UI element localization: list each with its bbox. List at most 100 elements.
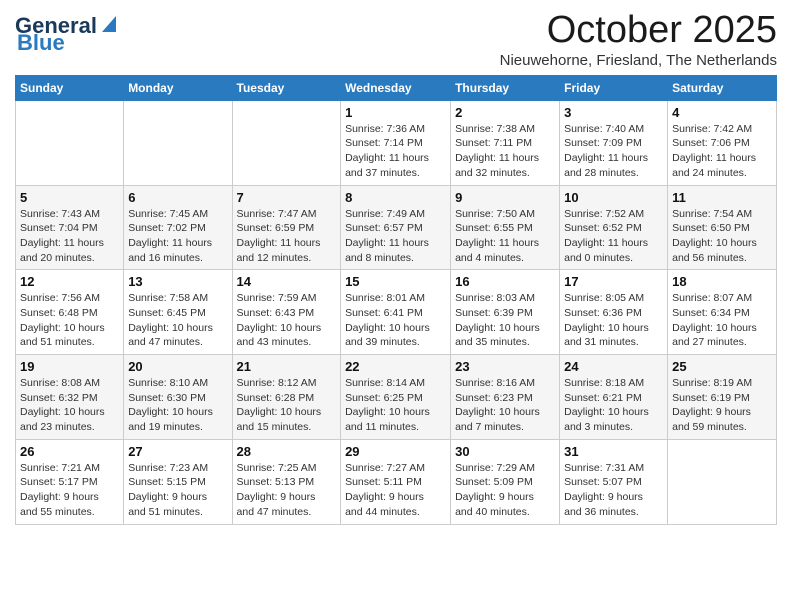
calendar-day-cell: 29 Sunrise: 7:27 AM Sunset: 5:11 PM Dayli…: [341, 439, 451, 524]
calendar-header-row: SundayMondayTuesdayWednesdayThursdayFrid…: [16, 75, 777, 100]
day-info: Sunrise: 7:42 AM Sunset: 7:06 PM Dayligh…: [672, 122, 772, 181]
day-info: Sunrise: 7:40 AM Sunset: 7:09 PM Dayligh…: [564, 122, 663, 181]
day-info: Sunrise: 7:49 AM Sunset: 6:57 PM Dayligh…: [345, 207, 446, 266]
logo: General Blue: [15, 14, 120, 56]
day-info: Sunrise: 7:25 AM Sunset: 5:13 PM Dayligh…: [237, 461, 337, 520]
day-number: 3: [564, 105, 663, 120]
calendar-day-cell: 6 Sunrise: 7:45 AM Sunset: 7:02 PM Daylig…: [124, 185, 232, 270]
day-number: 1: [345, 105, 446, 120]
calendar-day-cell: 13Sunrise: 7:58 AM Sunset: 6:45 PM Dayli…: [124, 270, 232, 355]
calendar-day-cell: [16, 100, 124, 185]
day-number: 5: [20, 190, 119, 205]
calendar-day-cell: 10Sunrise: 7:52 AM Sunset: 6:52 PM Dayli…: [560, 185, 668, 270]
day-info: Sunrise: 7:29 AM Sunset: 5:09 PM Dayligh…: [455, 461, 555, 520]
day-info: Sunrise: 7:50 AM Sunset: 6:55 PM Dayligh…: [455, 207, 555, 266]
calendar-day-cell: 21 Sunrise: 8:12 AM Sunset: 6:28 PM Dayli…: [232, 355, 341, 440]
calendar-day-cell: 14 Sunrise: 7:59 AM Sunset: 6:43 PM Dayli…: [232, 270, 341, 355]
day-info: Sunrise: 7:45 AM Sunset: 7:02 PM Dayligh…: [128, 207, 227, 266]
calendar-day-cell: 8 Sunrise: 7:49 AM Sunset: 6:57 PM Daylig…: [341, 185, 451, 270]
calendar-day-cell: 17 Sunrise: 8:05 AM Sunset: 6:36 PM Dayli…: [560, 270, 668, 355]
calendar-day-cell: [668, 439, 777, 524]
calendar-day-cell: 28 Sunrise: 7:25 AM Sunset: 5:13 PM Dayli…: [232, 439, 341, 524]
calendar-week-row: 19Sunrise: 8:08 AM Sunset: 6:32 PM Dayli…: [16, 355, 777, 440]
calendar-day-cell: 1 Sunrise: 7:36 AM Sunset: 7:14 PM Daylig…: [341, 100, 451, 185]
calendar-day-cell: 31 Sunrise: 7:31 AM Sunset: 5:07 PM Dayli…: [560, 439, 668, 524]
day-number: 9: [455, 190, 555, 205]
day-number: 8: [345, 190, 446, 205]
calendar-day-cell: 19Sunrise: 8:08 AM Sunset: 6:32 PM Dayli…: [16, 355, 124, 440]
location-subtitle: Nieuwehorne, Friesland, The Netherlands: [500, 52, 777, 69]
day-number: 12: [20, 274, 119, 289]
calendar-day-cell: 27 Sunrise: 7:23 AM Sunset: 5:15 PM Dayli…: [124, 439, 232, 524]
day-info: Sunrise: 7:52 AM Sunset: 6:52 PM Dayligh…: [564, 207, 663, 266]
day-number: 20: [128, 359, 227, 374]
calendar-day-cell: 7Sunrise: 7:47 AM Sunset: 6:59 PM Daylig…: [232, 185, 341, 270]
calendar-day-cell: 4 Sunrise: 7:42 AM Sunset: 7:06 PM Daylig…: [668, 100, 777, 185]
calendar-day-cell: 26 Sunrise: 7:21 AM Sunset: 5:17 PM Dayli…: [16, 439, 124, 524]
day-info: Sunrise: 8:18 AM Sunset: 6:21 PM Dayligh…: [564, 376, 663, 435]
calendar-day-cell: [124, 100, 232, 185]
day-of-week-header: Tuesday: [232, 75, 341, 100]
calendar-day-cell: 30 Sunrise: 7:29 AM Sunset: 5:09 PM Dayli…: [451, 439, 560, 524]
calendar-week-row: 5Sunrise: 7:43 AM Sunset: 7:04 PM Daylig…: [16, 185, 777, 270]
day-of-week-header: Monday: [124, 75, 232, 100]
day-number: 4: [672, 105, 772, 120]
day-number: 7: [237, 190, 337, 205]
day-of-week-header: Thursday: [451, 75, 560, 100]
day-number: 6: [128, 190, 227, 205]
calendar-day-cell: 16Sunrise: 8:03 AM Sunset: 6:39 PM Dayli…: [451, 270, 560, 355]
day-info: Sunrise: 8:01 AM Sunset: 6:41 PM Dayligh…: [345, 291, 446, 350]
calendar-day-cell: 23Sunrise: 8:16 AM Sunset: 6:23 PM Dayli…: [451, 355, 560, 440]
day-number: 19: [20, 359, 119, 374]
day-info: Sunrise: 7:58 AM Sunset: 6:45 PM Dayligh…: [128, 291, 227, 350]
day-info: Sunrise: 7:31 AM Sunset: 5:07 PM Dayligh…: [564, 461, 663, 520]
calendar-day-cell: 20 Sunrise: 8:10 AM Sunset: 6:30 PM Dayli…: [124, 355, 232, 440]
day-info: Sunrise: 8:19 AM Sunset: 6:19 PM Dayligh…: [672, 376, 772, 435]
calendar-day-cell: 11 Sunrise: 7:54 AM Sunset: 6:50 PM Dayli…: [668, 185, 777, 270]
calendar-day-cell: 3 Sunrise: 7:40 AM Sunset: 7:09 PM Daylig…: [560, 100, 668, 185]
day-number: 17: [564, 274, 663, 289]
day-number: 21: [237, 359, 337, 374]
calendar-day-cell: 22 Sunrise: 8:14 AM Sunset: 6:25 PM Dayli…: [341, 355, 451, 440]
calendar-day-cell: 12 Sunrise: 7:56 AM Sunset: 6:48 PM Dayli…: [16, 270, 124, 355]
day-of-week-header: Wednesday: [341, 75, 451, 100]
day-info: Sunrise: 7:23 AM Sunset: 5:15 PM Dayligh…: [128, 461, 227, 520]
calendar-day-cell: [232, 100, 341, 185]
day-number: 29: [345, 444, 446, 459]
day-number: 31: [564, 444, 663, 459]
calendar-day-cell: 15 Sunrise: 8:01 AM Sunset: 6:41 PM Dayli…: [341, 270, 451, 355]
day-info: Sunrise: 7:36 AM Sunset: 7:14 PM Dayligh…: [345, 122, 446, 181]
day-of-week-header: Friday: [560, 75, 668, 100]
day-number: 15: [345, 274, 446, 289]
day-number: 24: [564, 359, 663, 374]
logo-icon: [98, 14, 120, 34]
day-number: 18: [672, 274, 772, 289]
calendar-day-cell: 2Sunrise: 7:38 AM Sunset: 7:11 PM Daylig…: [451, 100, 560, 185]
day-info: Sunrise: 7:54 AM Sunset: 6:50 PM Dayligh…: [672, 207, 772, 266]
day-number: 27: [128, 444, 227, 459]
day-info: Sunrise: 7:27 AM Sunset: 5:11 PM Dayligh…: [345, 461, 446, 520]
day-info: Sunrise: 8:12 AM Sunset: 6:28 PM Dayligh…: [237, 376, 337, 435]
day-info: Sunrise: 7:38 AM Sunset: 7:11 PM Dayligh…: [455, 122, 555, 181]
calendar-day-cell: 9 Sunrise: 7:50 AM Sunset: 6:55 PM Daylig…: [451, 185, 560, 270]
day-info: Sunrise: 7:56 AM Sunset: 6:48 PM Dayligh…: [20, 291, 119, 350]
day-number: 22: [345, 359, 446, 374]
month-title: October 2025: [500, 10, 777, 52]
calendar-day-cell: 25 Sunrise: 8:19 AM Sunset: 6:19 PM Dayli…: [668, 355, 777, 440]
day-number: 26: [20, 444, 119, 459]
day-number: 28: [237, 444, 337, 459]
day-info: Sunrise: 8:16 AM Sunset: 6:23 PM Dayligh…: [455, 376, 555, 435]
day-info: Sunrise: 8:05 AM Sunset: 6:36 PM Dayligh…: [564, 291, 663, 350]
day-info: Sunrise: 8:10 AM Sunset: 6:30 PM Dayligh…: [128, 376, 227, 435]
calendar-week-row: 1 Sunrise: 7:36 AM Sunset: 7:14 PM Daylig…: [16, 100, 777, 185]
day-info: Sunrise: 8:07 AM Sunset: 6:34 PM Dayligh…: [672, 291, 772, 350]
day-number: 30: [455, 444, 555, 459]
calendar-day-cell: 5Sunrise: 7:43 AM Sunset: 7:04 PM Daylig…: [16, 185, 124, 270]
day-info: Sunrise: 7:21 AM Sunset: 5:17 PM Dayligh…: [20, 461, 119, 520]
day-info: Sunrise: 8:03 AM Sunset: 6:39 PM Dayligh…: [455, 291, 555, 350]
day-number: 14: [237, 274, 337, 289]
day-info: Sunrise: 7:59 AM Sunset: 6:43 PM Dayligh…: [237, 291, 337, 350]
day-number: 25: [672, 359, 772, 374]
day-info: Sunrise: 8:14 AM Sunset: 6:25 PM Dayligh…: [345, 376, 446, 435]
day-number: 11: [672, 190, 772, 205]
